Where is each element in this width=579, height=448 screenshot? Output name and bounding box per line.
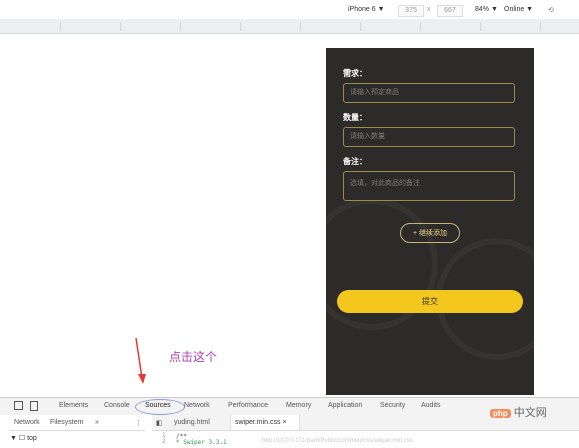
quantity-input[interactable]: 请输入数量 bbox=[343, 127, 515, 147]
rotate-icon[interactable]: ⟲ bbox=[548, 6, 554, 14]
inspect-icon[interactable] bbox=[14, 401, 23, 410]
annotation-arrow-icon bbox=[135, 337, 146, 384]
dimension-separator: x bbox=[427, 6, 431, 13]
code-line: * Swiper 3.3.1 bbox=[176, 439, 227, 446]
demand-input[interactable]: 请输入预定商品 bbox=[343, 83, 515, 103]
device-mode-icon[interactable] bbox=[30, 401, 38, 411]
tab-elements[interactable]: Elements bbox=[59, 402, 88, 409]
php-logo: php bbox=[490, 409, 511, 418]
kebab-menu-icon[interactable]: ⋮ bbox=[135, 419, 142, 427]
device-select[interactable]: iPhone 6 ▼ bbox=[348, 6, 385, 13]
tab-console[interactable]: Console bbox=[104, 402, 130, 409]
add-more-button[interactable]: + 继续添加 bbox=[400, 223, 460, 243]
file-tree-top[interactable]: ▼ ☐ top bbox=[10, 434, 37, 442]
viewport-height-input[interactable]: 667 bbox=[437, 5, 463, 17]
demand-label: 需求： bbox=[343, 69, 367, 78]
viewport-width-input[interactable]: 375 bbox=[398, 5, 424, 17]
network-throttle-select[interactable]: Online ▼ bbox=[504, 6, 533, 13]
phone-viewport: 需求： 请输入预定商品 数量： 请输入数量 备注： 选填，对此商品的备注 + 继… bbox=[326, 48, 534, 395]
tab-performance[interactable]: Performance bbox=[228, 402, 268, 409]
tab-audits[interactable]: Audits bbox=[421, 402, 440, 409]
submit-button[interactable]: 提交 bbox=[337, 290, 523, 313]
device-toolbar: iPhone 6 ▼ 375 x 667 84% ▼ Online ▼ ⟲ bbox=[0, 0, 579, 19]
tab-network-sidebar[interactable]: Network bbox=[14, 419, 40, 426]
file-tab-yuding[interactable]: yuding.html bbox=[174, 419, 210, 426]
annotation-text: 点击这个 bbox=[169, 350, 218, 364]
file-tab-swiper[interactable]: swiper.min.css × bbox=[235, 419, 287, 426]
sources-highlight-circle bbox=[135, 399, 185, 415]
tab-filesystem[interactable]: Filesystem bbox=[50, 419, 83, 426]
file-tab-swiper-active: swiper.min.css × bbox=[230, 415, 300, 430]
tab-security[interactable]: Security bbox=[380, 402, 405, 409]
line-numbers: 1 2 bbox=[162, 432, 166, 445]
media-query-ruler bbox=[0, 19, 579, 34]
note-textarea[interactable]: 选填，对此商品的备注 bbox=[343, 171, 515, 201]
watermark-text: 中文网 bbox=[513, 407, 547, 419]
tab-network[interactable]: Network bbox=[184, 402, 210, 409]
site-watermark: php 中文网 bbox=[490, 404, 547, 420]
toggle-navigator-icon[interactable]: ◧ bbox=[156, 419, 163, 427]
url-tooltip: http://10.0.0.171/pam/Public/common/css/… bbox=[262, 438, 413, 444]
zoom-select[interactable]: 84% ▼ bbox=[475, 6, 498, 13]
quantity-label: 数量： bbox=[343, 113, 367, 122]
note-label: 备注： bbox=[343, 157, 367, 166]
tab-memory[interactable]: Memory bbox=[286, 402, 311, 409]
sources-sidebar-tabs: Network Filesystem » ⋮ bbox=[10, 415, 145, 431]
more-tabs-button[interactable]: » bbox=[95, 419, 99, 426]
code-editor[interactable]: 1 2 /** * Swiper 3.3.1 http://10.0.0.171… bbox=[152, 431, 579, 448]
tab-application[interactable]: Application bbox=[328, 402, 362, 409]
